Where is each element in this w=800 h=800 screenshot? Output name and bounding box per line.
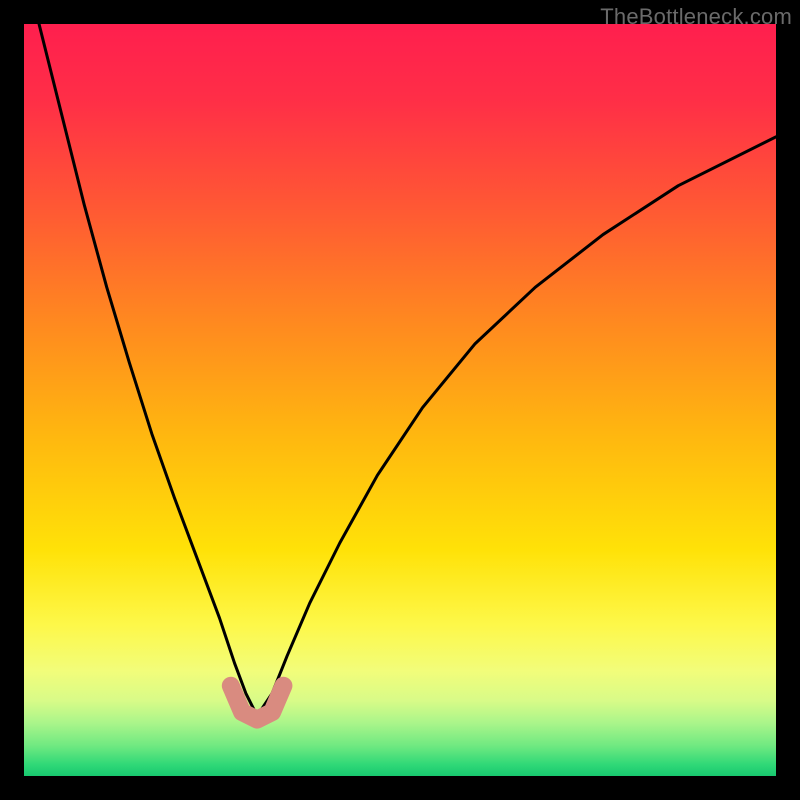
chart-frame [24,24,776,776]
background-gradient [24,24,776,776]
watermark-text: TheBottleneck.com [600,4,792,30]
chart-plot [24,24,776,776]
